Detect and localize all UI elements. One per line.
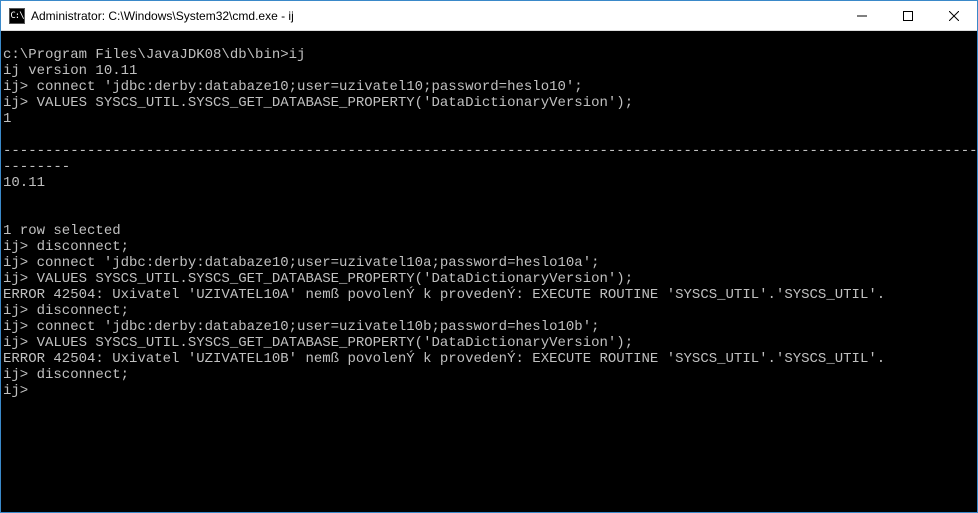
cmd-window: C:\ Administrator: C:\Windows\System32\c… — [0, 0, 978, 513]
terminal-line: ij> disconnect; — [3, 303, 975, 319]
terminal-line: 10.11 — [3, 175, 975, 191]
terminal-line: ij> connect 'jdbc:derby:databaze10;user=… — [3, 79, 975, 95]
close-icon — [949, 11, 959, 21]
terminal-line: ij> disconnect; — [3, 239, 975, 255]
terminal-line: -------- — [3, 159, 975, 175]
terminal-line: ij> VALUES SYSCS_UTIL.SYSCS_GET_DATABASE… — [3, 335, 975, 351]
close-button[interactable] — [931, 1, 977, 30]
terminal-line — [3, 207, 975, 223]
minimize-button[interactable] — [839, 1, 885, 30]
window-controls — [839, 1, 977, 30]
titlebar[interactable]: C:\ Administrator: C:\Windows\System32\c… — [1, 1, 977, 31]
terminal-output[interactable]: c:\Program Files\JavaJDK08\db\bin>ijij v… — [1, 31, 977, 512]
terminal-line: c:\Program Files\JavaJDK08\db\bin>ij — [3, 47, 975, 63]
terminal-line: ij> VALUES SYSCS_UTIL.SYSCS_GET_DATABASE… — [3, 271, 975, 287]
terminal-line: ERROR 42504: Uxivatel 'UZIVATEL10A' nemß… — [3, 287, 975, 303]
terminal-line — [3, 191, 975, 207]
terminal-line: ERROR 42504: Uxivatel 'UZIVATEL10B' nemß… — [3, 351, 975, 367]
cmd-icon: C:\ — [9, 8, 25, 24]
terminal-line: 1 — [3, 111, 975, 127]
maximize-button[interactable] — [885, 1, 931, 30]
terminal-line: ij version 10.11 — [3, 63, 975, 79]
terminal-line: ij> connect 'jdbc:derby:databaze10;user=… — [3, 255, 975, 271]
terminal-line — [3, 127, 975, 143]
terminal-line: ij> VALUES SYSCS_UTIL.SYSCS_GET_DATABASE… — [3, 95, 975, 111]
terminal-line: 1 row selected — [3, 223, 975, 239]
window-title: Administrator: C:\Windows\System32\cmd.e… — [31, 9, 839, 23]
terminal-line: ----------------------------------------… — [3, 143, 975, 159]
terminal-line: ij> disconnect; — [3, 367, 975, 383]
terminal-line: ij> — [3, 383, 975, 399]
terminal-line — [3, 31, 975, 47]
terminal-line: ij> connect 'jdbc:derby:databaze10;user=… — [3, 319, 975, 335]
minimize-icon — [857, 11, 867, 21]
maximize-icon — [903, 11, 913, 21]
